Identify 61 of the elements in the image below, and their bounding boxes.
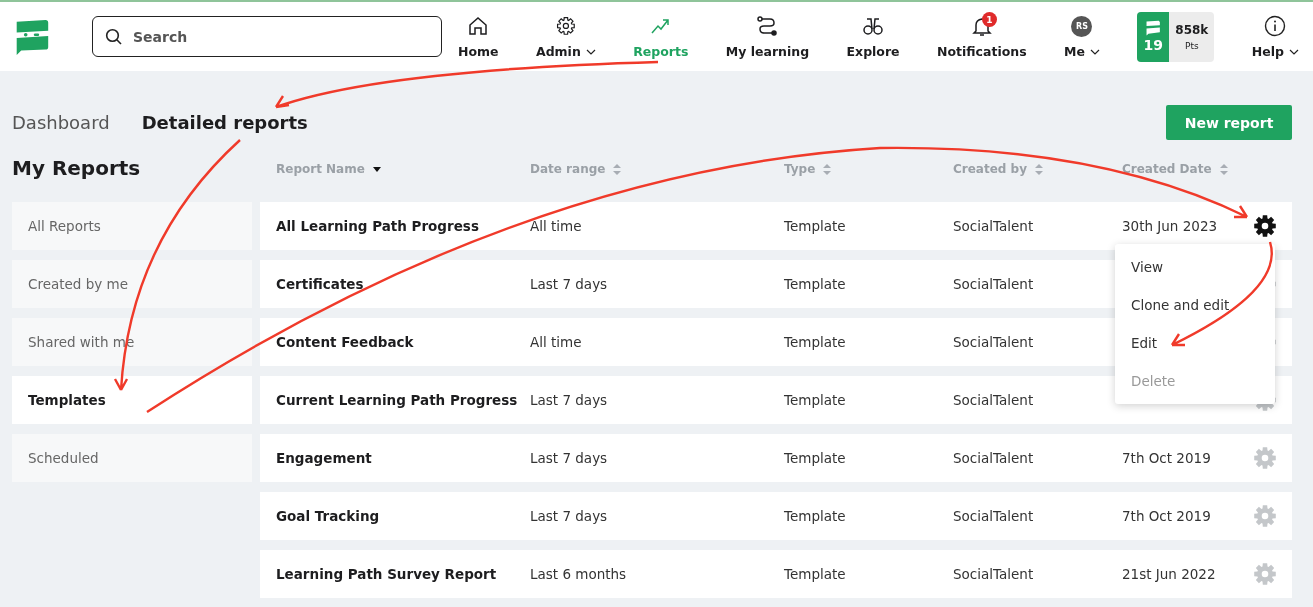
table-cell-text: Last 6 months [530,566,628,582]
report-name: Current Learning Path Progress [276,392,519,408]
sidebar-item[interactable]: Created by me [12,260,252,308]
table-cell-text: SocialTalent [953,566,1035,582]
settings-icon[interactable] [1254,215,1276,237]
sidebar-item[interactable]: All Reports [12,202,252,250]
sidebar-item[interactable]: Templates [12,376,252,424]
table-cell-text: Last 7 days [530,508,609,524]
notification-badge: 1 [981,12,997,27]
table-cell-text: Template [784,566,847,582]
report-name: Content Feedback [276,334,415,350]
table-cell: 7th Oct 2019 [1122,508,1211,524]
table-cell: 30th Jun 2023 [1122,218,1218,234]
menu-item[interactable]: View [1115,248,1275,286]
nav-item[interactable]: RS Me [1064,14,1100,59]
points-unit: Pts [1185,40,1199,51]
table-cell-text: Template [784,508,847,524]
tab[interactable]: Detailed reports [141,112,308,133]
table-cell-text: Template [784,334,847,350]
table-cell-text: SocialTalent [953,276,1035,292]
table-cell-text: Last 7 days [530,450,609,466]
level-number: 19 [1143,37,1164,53]
sidebar-title: My Reports [12,156,142,182]
nav-item[interactable]: Admin [535,14,596,59]
table-cell-text: Template [784,218,847,234]
table-cell-text: SocialTalent [953,392,1035,408]
route-icon [755,14,780,38]
points-value: 858k [1175,22,1209,37]
report-name: All Learning Path Progress [276,218,480,234]
table-cell-text: SocialTalent [953,508,1035,524]
menu-item[interactable]: Edit [1115,324,1275,362]
table-cell: 21st Jun 2022 [1122,566,1216,582]
menu-item[interactable]: Clone and edit [1115,286,1275,324]
table-cell: 7th Oct 2019 [1122,450,1211,466]
report-name: Certificates [276,276,365,292]
search-icon [105,28,123,46]
report-name: Learning Path Survey Report [276,566,498,582]
nav-item[interactable]: Home [458,14,499,59]
table-cell-text: Template [784,276,847,292]
nav-item[interactable]: Explore [846,14,900,59]
table-cell-text: Last 7 days [530,392,609,408]
points-badge[interactable]: 19 858k Pts [1137,11,1215,62]
info-icon [1264,15,1287,37]
report-name: Goal Tracking [276,508,381,524]
sidebar-item[interactable]: Scheduled [12,434,252,482]
report-name: Engagement [276,450,373,466]
table-cell-text: Template [784,450,847,466]
table-cell-text: All time [530,334,583,350]
table-cell-text: Last 7 days [530,276,609,292]
nav-item[interactable]: 1 Notifications [937,14,1027,59]
nav-item[interactable]: My learning [725,14,810,59]
table-cell-text: SocialTalent [953,450,1035,466]
table-cell-text: SocialTalent [953,334,1035,350]
avatar-icon: RS [1071,15,1093,37]
logo-icon [1145,20,1162,36]
table-cell-text: SocialTalent [953,218,1035,234]
tab[interactable]: Dashboard [12,112,110,133]
table-cell-text: Template [784,392,847,408]
search-field[interactable]: Search [92,16,442,57]
help-menu[interactable]: Help [1251,14,1299,59]
table-cell-text: All time [530,218,583,234]
